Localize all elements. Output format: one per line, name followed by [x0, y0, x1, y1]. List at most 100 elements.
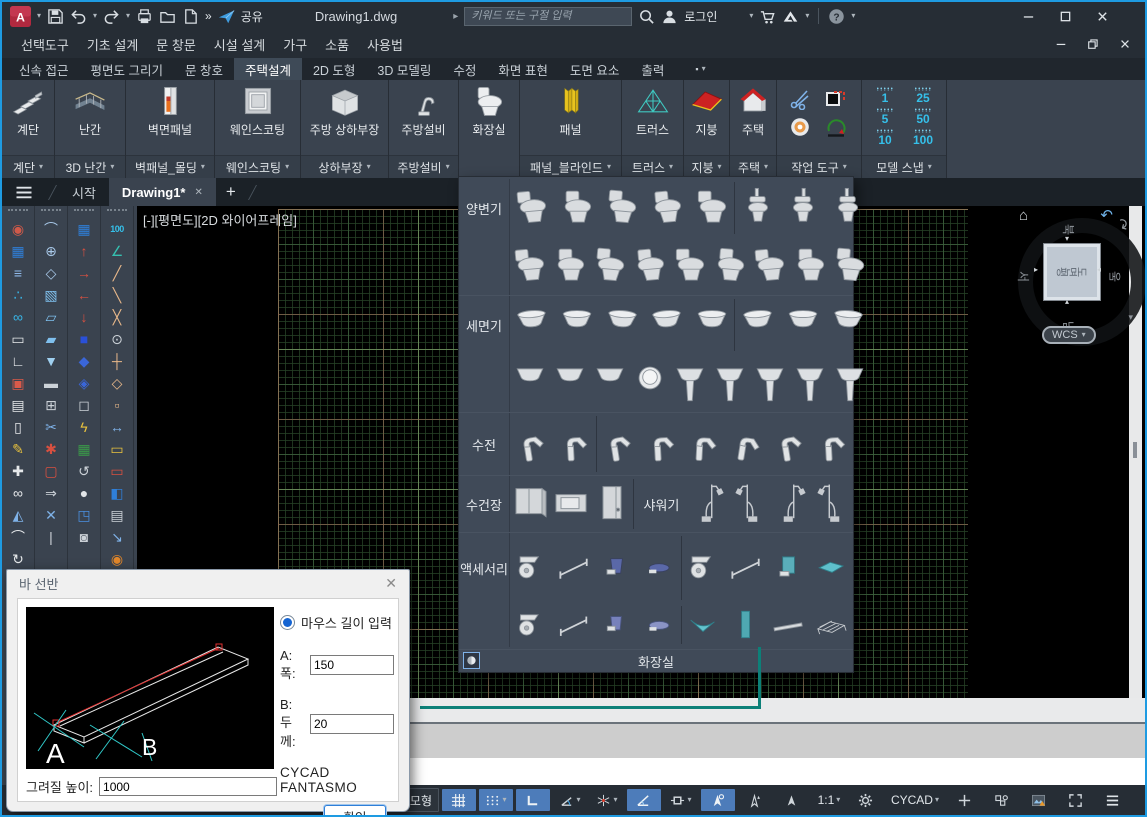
- gallery-item-toilet_wall-3[interactable]: [828, 182, 868, 233]
- ok-button[interactable]: 확인: [324, 805, 386, 817]
- gallery-item-faucet-1[interactable]: [598, 417, 638, 472]
- stack-3d-icon[interactable]: ⊞: [38, 394, 65, 416]
- kitchen-cabinets-panel-footer[interactable]: 상하부장▾: [301, 155, 388, 178]
- tab-start[interactable]: 시작: [59, 178, 109, 206]
- circle-tool-icon[interactable]: ⊕: [38, 240, 65, 262]
- gallery-item-basin_ped-4[interactable]: [630, 357, 670, 408]
- dim-linear-icon[interactable]: ↔: [104, 416, 131, 438]
- house-button[interactable]: 주택: [730, 83, 776, 156]
- ribbon-tab-5[interactable]: 3D 모델링: [366, 58, 442, 80]
- gallery-item-faucet-2[interactable]: [641, 417, 681, 472]
- kitchen-fixtures-button[interactable]: 주방설비: [389, 83, 458, 156]
- gallery-item-acc_b-3[interactable]: [769, 537, 809, 599]
- railing-button[interactable]: 난간: [55, 83, 125, 156]
- viewcube-face[interactable]: 평면도: [1044, 244, 1100, 300]
- camera-icon[interactable]: ◙: [71, 526, 98, 548]
- angle-snap-icon[interactable]: ∠: [104, 240, 131, 262]
- gallery-item-acc_b-1[interactable]: [683, 537, 723, 599]
- orbit-icon[interactable]: ↺: [71, 460, 98, 482]
- ribbon-tab-8[interactable]: 도면 요소: [559, 58, 630, 80]
- gallery-item-basin-1[interactable]: [738, 299, 778, 350]
- more-tools-chevron-icon[interactable]: »: [205, 9, 212, 23]
- ribbon-tab-4[interactable]: 2D 도형: [302, 58, 366, 80]
- toolbar-grip[interactable]: [107, 209, 127, 215]
- search-icon[interactable]: [638, 8, 655, 25]
- render-sphere-icon[interactable]: ●: [71, 482, 98, 504]
- toolbar-grip[interactable]: [74, 209, 94, 215]
- gallery-item-basin_ped-9[interactable]: [830, 357, 870, 408]
- gallery-item-basin-3[interactable]: [828, 299, 868, 350]
- slab-3d-icon[interactable]: ▱: [38, 306, 65, 328]
- target-icon[interactable]: [789, 116, 811, 138]
- gallery-item-acc_a-4[interactable]: [640, 537, 680, 599]
- plot-icon[interactable]: [136, 8, 153, 25]
- share-icon[interactable]: [218, 8, 235, 25]
- help-icon[interactable]: ?: [828, 8, 845, 25]
- gallery-item-basin-3[interactable]: [602, 299, 642, 350]
- gallery-item-basin-2[interactable]: [783, 299, 823, 350]
- truss-button[interactable]: 트러스: [622, 83, 683, 156]
- gallery-item-cabinet-3[interactable]: [593, 479, 633, 528]
- align-up-icon[interactable]: ↑: [71, 240, 98, 262]
- offset-icon[interactable]: ⇒: [38, 482, 65, 504]
- move-tool-icon[interactable]: ✚: [5, 460, 32, 482]
- menu-item-2[interactable]: 문 창문: [147, 31, 205, 58]
- redo-caret-icon[interactable]: ▾: [126, 12, 130, 20]
- gallery-item-toilet_wall-2[interactable]: [783, 182, 823, 233]
- annotation-visibility-toggle[interactable]: [775, 789, 809, 811]
- menu-item-5[interactable]: 소품: [316, 31, 358, 58]
- wcs-button[interactable]: WCS▾: [1042, 326, 1096, 344]
- gallery-item-acc_d-4[interactable]: [812, 606, 852, 645]
- mouse-length-radio[interactable]: 마우스 길이 입력: [280, 613, 394, 632]
- gallery-item-acc_a-1[interactable]: [511, 537, 551, 599]
- window-grid-icon[interactable]: ▦: [5, 240, 32, 262]
- quadrant-snap-icon[interactable]: ◇: [104, 372, 131, 394]
- minimize-icon[interactable]: [1022, 10, 1035, 23]
- gallery-item-toilet-9[interactable]: [830, 240, 870, 291]
- dynamic-input-toggle[interactable]: [738, 789, 772, 811]
- gallery-item-cabinet-1[interactable]: [511, 479, 551, 528]
- mirror-icon[interactable]: ◭: [5, 504, 32, 526]
- export-wmf-icon[interactable]: ↘: [104, 526, 131, 548]
- maximize-icon[interactable]: [1059, 10, 1072, 23]
- gallery-item-acc_a-3[interactable]: [597, 537, 637, 599]
- wall-panel-button[interactable]: 벽면패널: [126, 83, 214, 156]
- viewcube-arrow-up-icon[interactable]: ▾: [1065, 235, 1069, 243]
- wainscoting-button[interactable]: 웨인스코팅: [215, 83, 300, 156]
- user-icon[interactable]: [661, 8, 678, 25]
- wedge-3d-icon[interactable]: ▬: [38, 372, 65, 394]
- gallery-item-acc_b-4[interactable]: [812, 537, 852, 599]
- trim-scissors-icon[interactable]: [789, 88, 811, 110]
- gallery-item-toilet-4[interactable]: [630, 240, 670, 291]
- caret-icon[interactable]: ▾: [935, 796, 939, 804]
- model-snap-50[interactable]: 50: [908, 108, 938, 126]
- section-line-icon[interactable]: ▯: [5, 416, 32, 438]
- menu-item-6[interactable]: 사용법: [358, 31, 412, 58]
- gallery-item-shower-4[interactable]: [812, 479, 852, 528]
- gallery-item-basin_ped-8[interactable]: [790, 357, 830, 408]
- clean-screen-button[interactable]: [1058, 789, 1092, 811]
- object-snap-toggle[interactable]: ▾: [664, 789, 698, 811]
- snap-mode-toggle[interactable]: ▾: [479, 789, 513, 811]
- viewcube-menu-icon[interactable]: ▾: [1128, 312, 1133, 323]
- model-snap-1[interactable]: 1: [870, 87, 900, 105]
- align-left-icon[interactable]: ←: [71, 284, 98, 306]
- viewcube-home-icon[interactable]: ⌂: [1019, 208, 1028, 223]
- wall-panel-panel-footer[interactable]: 벽패널_몰딩▾: [126, 155, 214, 178]
- insertion-snap-icon[interactable]: ▫: [104, 394, 131, 416]
- gallery-item-basin_ped-6[interactable]: [710, 357, 750, 408]
- gallery-item-basin-2[interactable]: [557, 299, 597, 350]
- ribbon-tab-3[interactable]: 주택설계: [234, 58, 302, 80]
- point-style-icon[interactable]: ∴: [5, 284, 32, 306]
- clip-boundary-icon[interactable]: ▢: [38, 460, 65, 482]
- compass-east[interactable]: 동: [1106, 271, 1123, 282]
- ribbon-tab-6[interactable]: 수정: [442, 58, 487, 80]
- gallery-item-basin_ped-7[interactable]: [750, 357, 790, 408]
- caret-icon[interactable]: ▾: [836, 796, 840, 804]
- isolate-objects-button[interactable]: [984, 789, 1018, 811]
- search-input[interactable]: [464, 7, 632, 26]
- gallery-item-basin-5[interactable]: [692, 299, 732, 350]
- rectangle-tool-icon[interactable]: ▭: [5, 328, 32, 350]
- hatch-region-icon[interactable]: ▤: [5, 394, 32, 416]
- share-label[interactable]: 공유: [241, 8, 263, 25]
